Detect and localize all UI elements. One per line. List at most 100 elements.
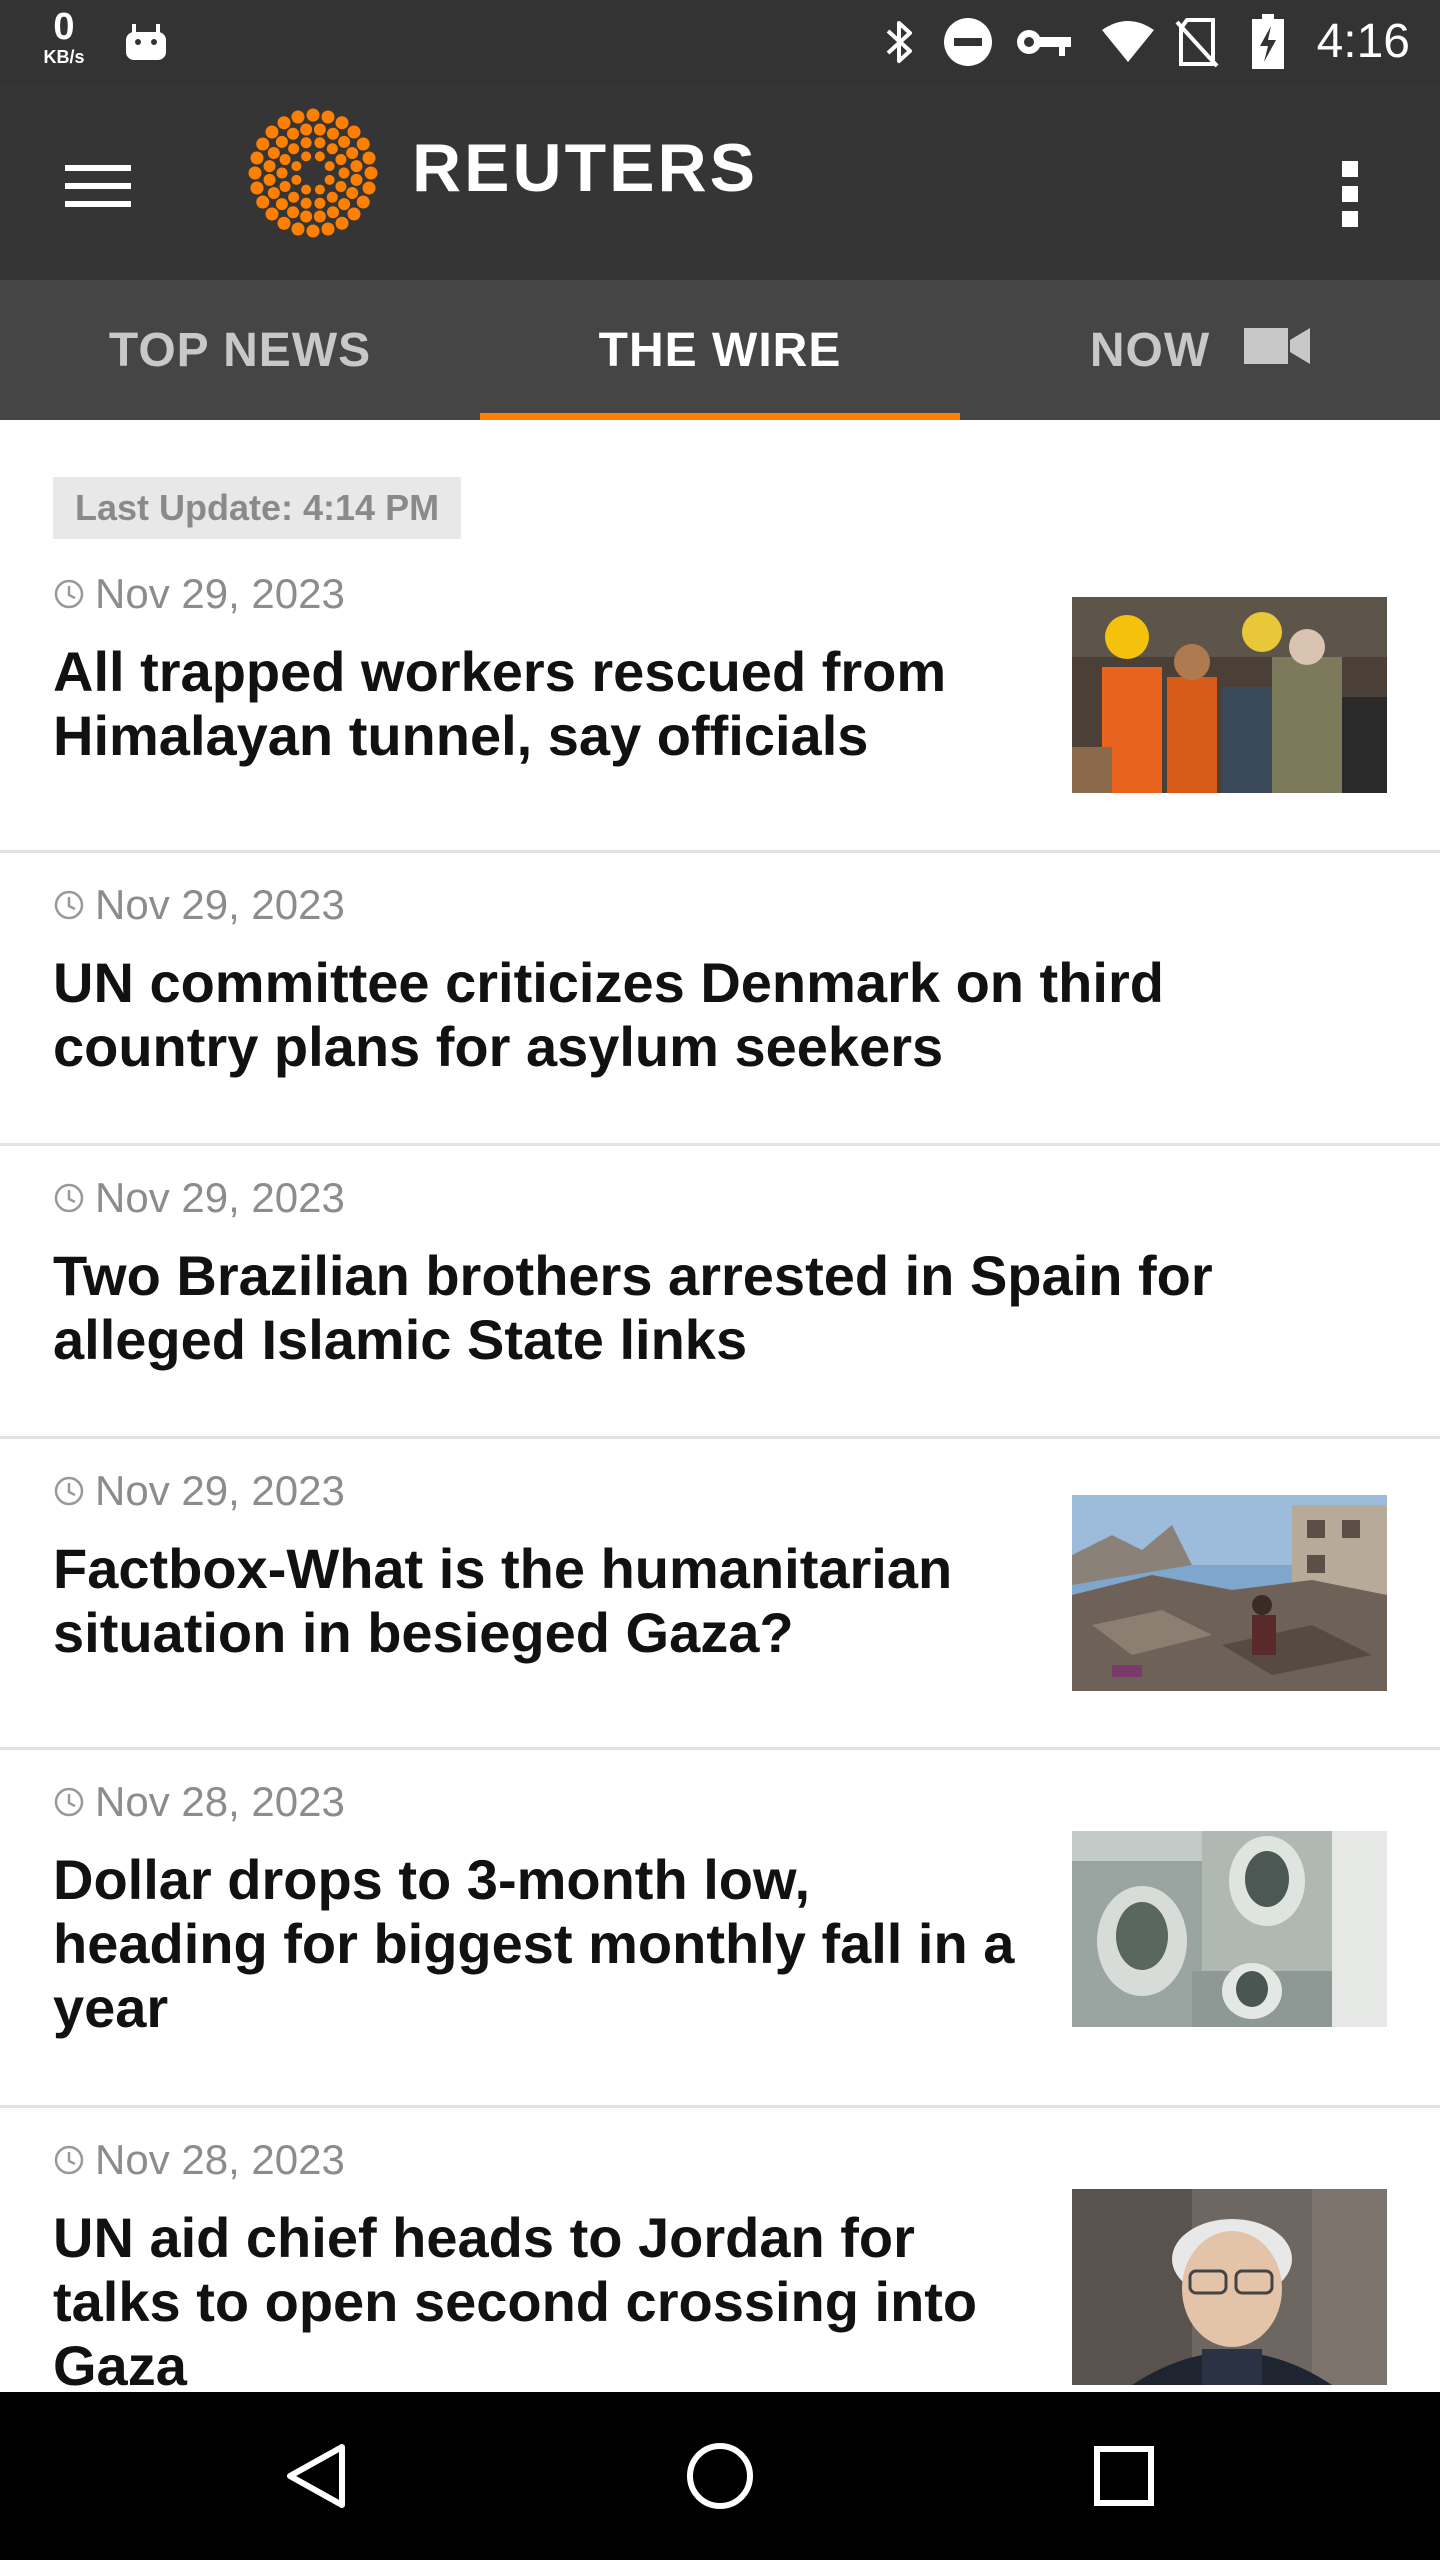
logo-dot	[267, 147, 280, 160]
logo-dot	[301, 184, 312, 195]
logo-dot	[326, 191, 338, 203]
logo-dot	[346, 186, 359, 199]
clock-icon	[54, 890, 84, 920]
article-headline[interactable]: All trapped workers rescued from Himalay…	[53, 640, 946, 768]
logo-dot	[338, 198, 351, 211]
logo-dot	[300, 137, 312, 149]
reuters-logo	[248, 108, 378, 238]
list-item[interactable]: Nov 29, 2023 Two Brazilian brothers arre…	[0, 1146, 1440, 1438]
headline-line: Dollar drops to 3-month low,	[53, 1848, 811, 1911]
logo-dot	[314, 151, 325, 162]
list-item[interactable]: Nov 29, 2023 Factbox-What is the humanit…	[0, 1439, 1440, 1749]
article-date: Nov 29, 2023	[53, 1467, 345, 1515]
headline-line: Two Brazilian brothers arrested in Spain…	[53, 1244, 1213, 1307]
no-sim-icon	[1172, 0, 1222, 84]
logo-dot	[250, 151, 264, 165]
clock-icon	[54, 579, 84, 609]
hamburger-menu-icon[interactable]	[58, 146, 138, 226]
clock-icon	[54, 1183, 84, 1213]
headline-line: Himalayan tunnel, say officials	[53, 704, 869, 767]
recents-square-icon[interactable]	[1084, 2436, 1164, 2516]
logo-dot	[326, 206, 339, 219]
article-date: Nov 29, 2023	[53, 570, 345, 618]
logo-dot	[250, 181, 264, 195]
article-headline[interactable]: Factbox-What is the humanitarian situati…	[53, 1537, 952, 1665]
logo-dot	[291, 222, 305, 236]
list-item[interactable]: Nov 28, 2023 UN aid chief heads to Jorda…	[0, 2108, 1440, 2392]
article-thumbnail[interactable]	[1072, 2189, 1387, 2385]
tab-top-news[interactable]: TOP NEWS	[0, 280, 480, 420]
tab-label: NOW	[1089, 323, 1211, 377]
status-time: 4:16	[1316, 15, 1410, 68]
date-text: Nov 28, 2023	[95, 2136, 345, 2183]
list-item[interactable]: Nov 29, 2023 UN committee criticizes Den…	[0, 853, 1440, 1145]
headline-line: year	[53, 1976, 169, 2039]
news-feed[interactable]: Last Update: 4:14 PM Nov 29, 2023 All tr…	[0, 420, 1440, 2392]
logo-dot	[263, 173, 276, 186]
list-item[interactable]: Nov 28, 2023 Dollar drops to 3-month low…	[0, 1750, 1440, 2107]
logo-dot	[291, 174, 302, 185]
article-headline[interactable]: Two Brazilian brothers arrested in Spain…	[53, 1244, 1213, 1372]
back-triangle-icon[interactable]	[276, 2436, 356, 2516]
logo-dot	[362, 151, 376, 165]
brand-title: REUTERS	[412, 130, 758, 206]
logo-dot	[275, 135, 288, 148]
headline-line: Gaza	[53, 2334, 187, 2392]
logo-dot	[364, 166, 378, 180]
date-text: Nov 29, 2023	[95, 1174, 345, 1221]
vpn-key-icon	[1014, 0, 1074, 84]
system-nav-bar	[0, 2392, 1440, 2560]
logo-dot	[313, 210, 326, 223]
android-icon	[122, 0, 170, 84]
logo-dot	[324, 174, 335, 185]
article-headline[interactable]: UN committee criticizes Denmark on third…	[53, 951, 1164, 1079]
logo-dot	[321, 222, 335, 236]
list-item[interactable]: Nov 29, 2023 All trapped workers rescued…	[0, 420, 1440, 852]
logo-dot	[314, 184, 325, 195]
logo-dot	[300, 197, 312, 209]
tab-now[interactable]: NOW	[960, 280, 1440, 420]
headline-line: UN committee criticizes Denmark on third	[53, 951, 1164, 1014]
logo-dot	[350, 160, 363, 173]
wifi-icon	[1098, 0, 1158, 84]
logo-dot	[326, 127, 339, 140]
article-headline[interactable]: Dollar drops to 3-month low, heading for…	[53, 1848, 1014, 2040]
video-camera-icon	[1244, 323, 1311, 378]
network-speed: 0 KB/s	[34, 8, 94, 66]
logo-dot	[291, 161, 302, 172]
logo-dot	[356, 195, 370, 209]
logo-dot	[346, 147, 359, 160]
logo-dot	[324, 161, 335, 172]
logo-dot	[338, 135, 351, 148]
article-thumbnail[interactable]	[1072, 597, 1387, 793]
logo-dot	[267, 186, 280, 199]
logo-dot	[291, 110, 305, 124]
network-speed-unit: KB/s	[43, 47, 85, 67]
tab-the-wire[interactable]: THE WIRE	[480, 280, 960, 420]
headline-line: talks to open second crossing into	[53, 2270, 978, 2333]
clock-icon	[54, 1476, 84, 1506]
logo-dot	[288, 191, 300, 203]
more-vertical-icon[interactable]	[1310, 144, 1390, 244]
logo-dot	[256, 195, 270, 209]
article-date: Nov 28, 2023	[53, 1778, 345, 1826]
headline-line: alleged Islamic State links	[53, 1308, 748, 1371]
tab-bar: TOP NEWS THE WIRE NOW	[0, 280, 1440, 420]
logo-dot	[356, 137, 370, 151]
logo-dot	[287, 206, 300, 219]
logo-dot	[306, 224, 320, 238]
logo-dot	[287, 127, 300, 140]
home-circle-icon[interactable]	[680, 2436, 760, 2516]
article-thumbnail[interactable]	[1072, 1831, 1387, 2027]
article-headline[interactable]: UN aid chief heads to Jordan for talks t…	[53, 2206, 977, 2392]
logo-dot	[314, 197, 326, 209]
logo-dot	[265, 207, 279, 221]
logo-dot	[288, 143, 300, 155]
bluetooth-icon	[876, 0, 924, 84]
logo-dot	[314, 137, 326, 149]
article-thumbnail[interactable]	[1072, 1495, 1387, 1691]
logo-dot	[301, 151, 312, 162]
date-text: Nov 29, 2023	[95, 881, 345, 928]
article-date: Nov 28, 2023	[53, 2136, 345, 2184]
logo-dot	[300, 123, 313, 136]
